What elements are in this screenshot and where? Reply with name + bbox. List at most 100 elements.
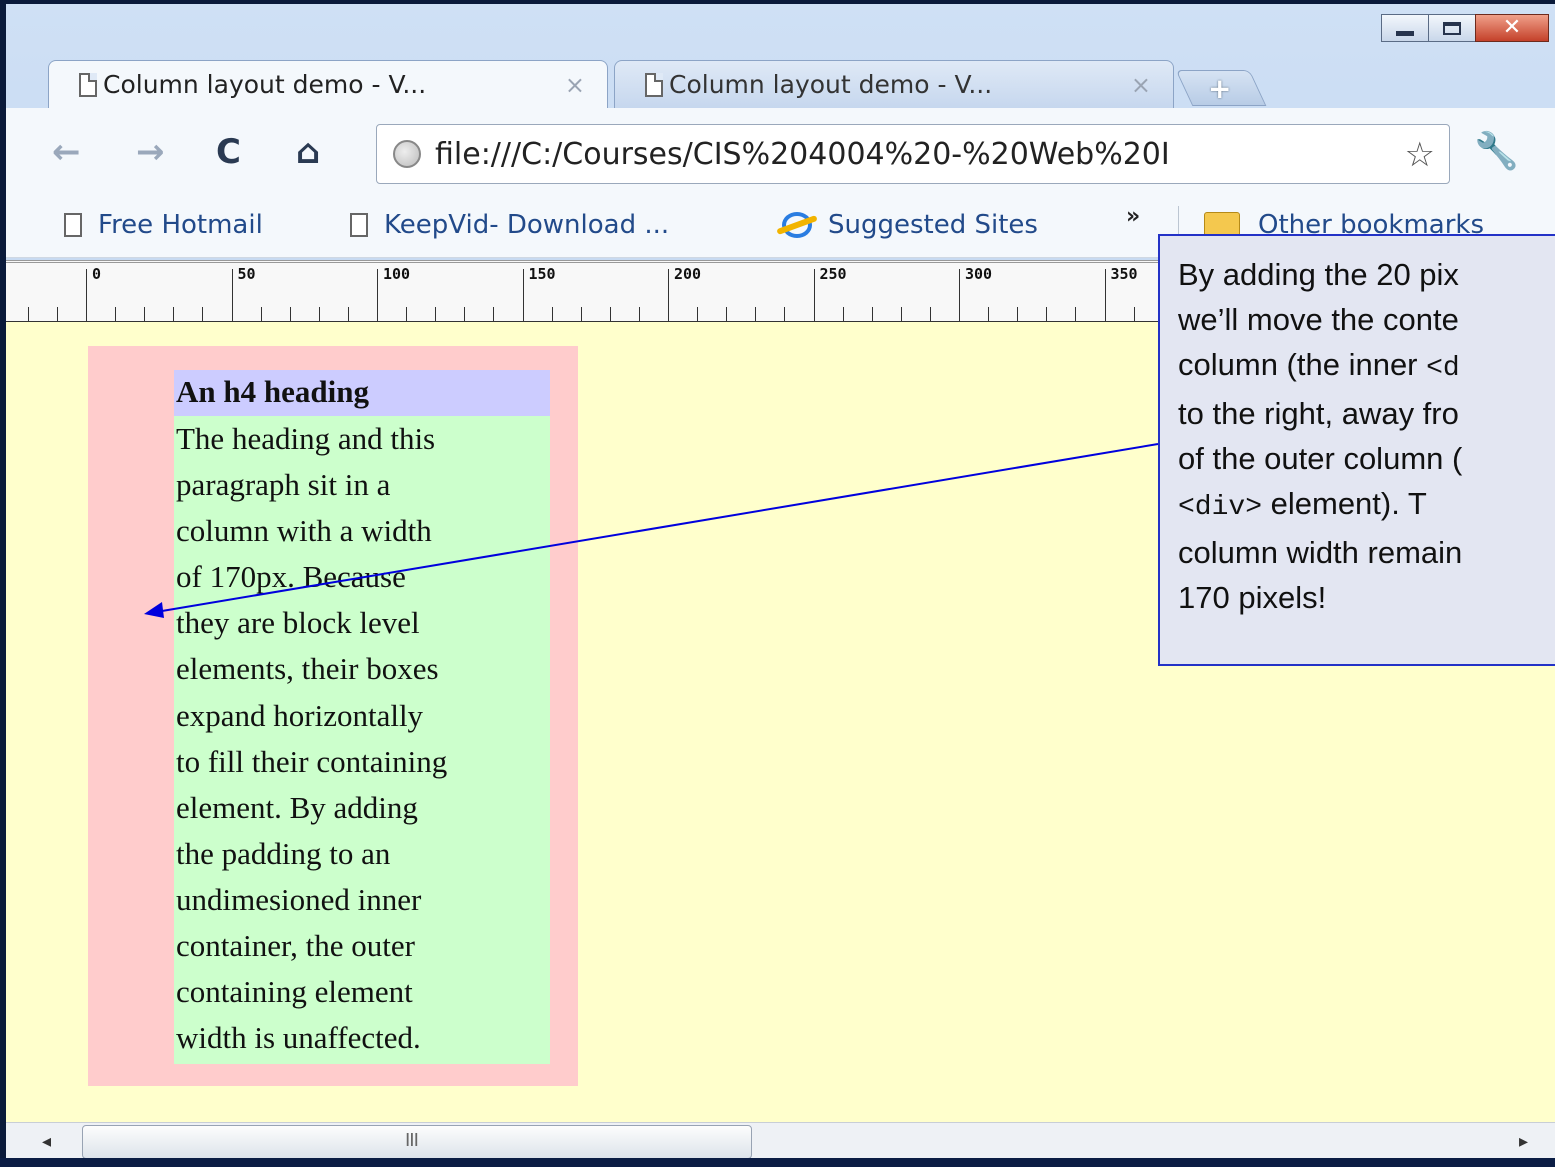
taskbar-edge — [0, 1158, 1555, 1167]
ruler-label: 200 — [674, 265, 702, 283]
ruler-minor-tick — [551, 307, 553, 321]
page-icon — [79, 73, 97, 97]
bookmarks-overflow-button[interactable]: » — [1126, 204, 1140, 229]
forward-button[interactable]: → — [136, 132, 165, 172]
paragraph-line: The heading and this — [176, 421, 436, 456]
horizontal-scrollbar[interactable]: ◂ III ▸ — [6, 1122, 1555, 1162]
ruler-minor-tick — [464, 307, 466, 321]
ruler-minor-tick — [871, 307, 873, 321]
ruler-major-tick — [231, 269, 233, 321]
paragraph-line: of 170px. Because — [176, 559, 406, 595]
ruler-minor-tick — [755, 307, 757, 321]
tab-close-icon[interactable]: × — [1131, 71, 1151, 99]
ruler-minor-tick — [318, 307, 320, 321]
minimize-icon — [1396, 30, 1414, 36]
tab-close-icon[interactable]: × — [565, 71, 585, 99]
ruler-label: 0 — [92, 265, 102, 283]
callout-text: element). T — [1262, 486, 1427, 521]
paragraph-line: paragraph sit in a — [176, 467, 391, 503]
tab-strip: Column layout demo - V... × Column layou… — [6, 56, 1555, 108]
ruler-minor-tick — [56, 307, 58, 321]
wrench-icon[interactable]: 🔧 — [1474, 130, 1519, 172]
close-icon: ✕ — [1502, 15, 1522, 40]
minimize-button[interactable] — [1381, 14, 1429, 42]
ruler-minor-tick — [784, 307, 786, 321]
ruler-major-tick — [959, 269, 960, 321]
callout-line: we’ll move the conte — [1178, 302, 1459, 337]
ruler-minor-tick — [988, 307, 990, 321]
plus-icon: + — [1208, 72, 1232, 105]
browser-window: ✕ Column layout demo - V... × Column lay… — [0, 0, 1555, 1167]
ruler-minor-tick — [347, 307, 349, 321]
callout-line: <div> element). T — [1178, 481, 1555, 530]
ruler-minor-tick — [580, 307, 582, 321]
ruler-minor-tick — [842, 307, 844, 321]
h4-heading: An h4 heading — [174, 370, 550, 416]
scroll-right-icon[interactable]: ▸ — [1519, 1131, 1528, 1152]
bookmark-suggested-sites[interactable]: Suggested Sites — [782, 210, 1038, 240]
ruler-label: 100 — [383, 265, 411, 283]
callout-code: <div> — [1178, 492, 1263, 523]
grip-icon: III — [405, 1130, 419, 1151]
outer-column: An h4 heading The heading and this paragr… — [88, 346, 578, 1086]
page-icon — [64, 213, 82, 237]
ruler-minor-tick — [1017, 307, 1019, 321]
ruler-major-tick — [86, 269, 87, 321]
close-window-button[interactable]: ✕ — [1475, 14, 1549, 42]
callout-text: column (the inner — [1178, 347, 1427, 382]
back-button[interactable]: ← — [52, 132, 81, 172]
ie-icon — [782, 212, 812, 238]
maximize-button[interactable] — [1428, 14, 1476, 42]
paragraph-line: column with a width — [176, 513, 432, 549]
tab-column-layout-demo-2[interactable]: Column layout demo - V... × — [614, 60, 1174, 108]
bookmark-keepvid[interactable]: KeepVid- Download ... — [350, 210, 669, 240]
paragraph-line: the padding to an — [176, 835, 391, 871]
paragraph-line: width is unaffected. — [176, 1020, 421, 1056]
ruler-label: 150 — [528, 265, 556, 283]
callout-line: of the outer column ( — [1178, 441, 1463, 476]
globe-icon — [393, 140, 421, 168]
tab-label: Column layout demo - V... — [103, 70, 427, 99]
paragraph-line: containing element — [176, 974, 413, 1010]
ruler-minor-tick — [697, 307, 699, 321]
callout-line: column (the inner <d — [1178, 342, 1555, 391]
tab-column-layout-demo-1[interactable]: Column layout demo - V... × — [48, 60, 608, 108]
ruler-major-tick — [1104, 269, 1106, 321]
ruler-minor-tick — [289, 307, 291, 321]
page-icon — [350, 213, 368, 237]
ruler-minor-tick — [115, 307, 117, 321]
callout-line: 170 pixels! — [1178, 580, 1327, 615]
paragraph-line: to fill their containing — [176, 743, 448, 779]
star-icon[interactable]: ☆ — [1400, 135, 1435, 175]
bookmark-label: KeepVid- Download ... — [384, 210, 670, 240]
ruler-minor-tick — [406, 307, 408, 321]
ruler-major-tick — [377, 269, 378, 321]
ruler-minor-tick — [726, 307, 728, 321]
ruler-minor-tick — [27, 307, 29, 321]
ruler-minor-tick — [173, 307, 175, 321]
ruler-minor-tick — [435, 307, 437, 321]
ruler-minor-tick — [493, 307, 495, 321]
paragraph-line: container, the outer — [176, 928, 415, 964]
ruler-label: 300 — [965, 265, 993, 283]
ruler-minor-tick — [202, 307, 204, 321]
ruler-major-tick — [813, 269, 815, 321]
ruler-label: 50 — [237, 265, 256, 283]
home-button[interactable]: ⌂ — [296, 132, 320, 172]
ruler-minor-tick — [260, 307, 262, 321]
ruler-minor-tick — [900, 307, 902, 321]
paragraph-line: element. By adding — [176, 789, 418, 825]
callout-line: column width remain — [1178, 535, 1463, 570]
bookmark-label: Suggested Sites — [828, 210, 1038, 240]
address-bar[interactable]: file:///C:/Courses/CIS%204004%20-%20Web%… — [376, 124, 1450, 184]
reload-button[interactable]: C — [216, 132, 241, 172]
bookmark-free-hotmail[interactable]: Free Hotmail — [64, 210, 263, 240]
tab-label: Column layout demo - V... — [669, 70, 993, 99]
ruler-minor-tick — [929, 307, 931, 321]
maximize-icon — [1443, 21, 1461, 35]
paragraph-line: expand horizontally — [176, 697, 424, 733]
ruler-minor-tick — [638, 307, 640, 321]
address-url: file:///C:/Courses/CIS%204004%20-%20Web%… — [435, 136, 1170, 172]
scroll-left-icon[interactable]: ◂ — [42, 1131, 51, 1152]
scrollbar-thumb[interactable]: III — [82, 1125, 752, 1159]
